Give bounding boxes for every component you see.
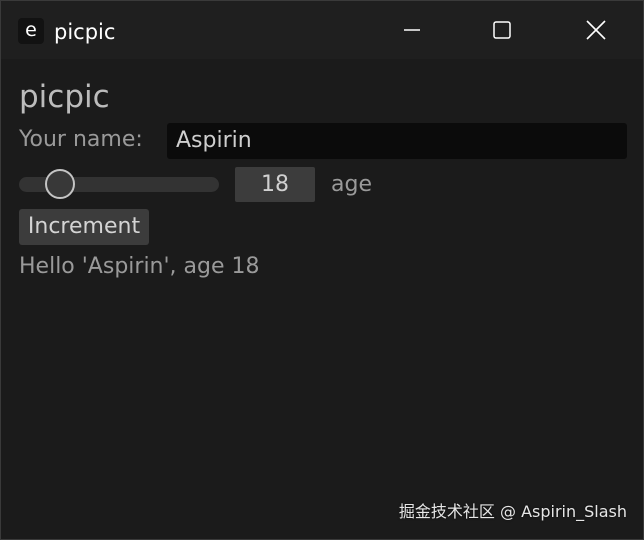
maximize-button[interactable] <box>457 1 547 59</box>
age-label: age <box>331 172 372 197</box>
watermark: 掘金技术社区 @ Aspirin_Slash <box>398 502 627 521</box>
name-label: Your name: <box>19 127 143 152</box>
title-bar[interactable]: e picpic <box>1 1 643 59</box>
age-slider-thumb[interactable] <box>44 169 75 199</box>
minimize-icon <box>404 29 420 31</box>
close-button[interactable] <box>551 1 641 59</box>
main-content: picpic Your name: Aspirin 18 age Increme… <box>1 59 643 539</box>
greeting-text: Hello 'Aspirin', age 18 <box>19 254 260 279</box>
name-input[interactable]: Aspirin <box>167 123 627 159</box>
app-icon: e <box>18 18 44 44</box>
page-heading: picpic <box>19 79 110 115</box>
age-input[interactable]: 18 <box>235 167 315 202</box>
app-window: e picpic picpic Your name: Aspirin 18 ag… <box>0 0 644 540</box>
maximize-icon <box>493 21 511 39</box>
window-title: picpic <box>54 20 116 44</box>
close-icon <box>586 20 606 40</box>
minimize-button[interactable] <box>367 1 457 59</box>
increment-button[interactable]: Increment <box>19 209 149 245</box>
